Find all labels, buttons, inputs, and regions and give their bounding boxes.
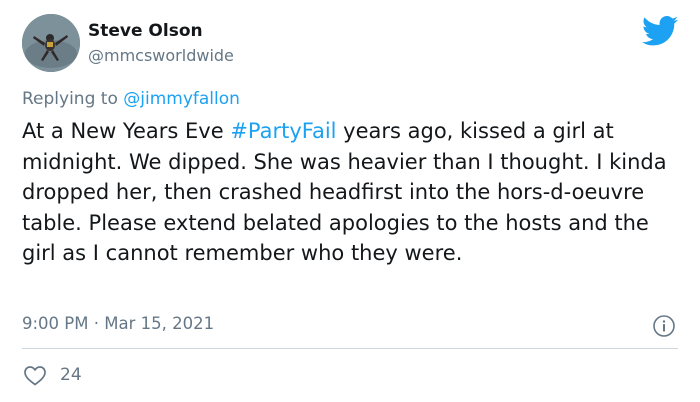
author-name[interactable]: Steve Olson bbox=[88, 20, 203, 42]
info-icon[interactable] bbox=[652, 314, 676, 338]
divider bbox=[22, 348, 678, 349]
replying-to: Replying to @jimmyfallon bbox=[22, 88, 240, 110]
skydiver-avatar-image bbox=[22, 14, 80, 72]
author-handle[interactable]: @mmcsworldwide bbox=[88, 46, 234, 66]
tweet-timestamp[interactable]: 9:00 PM · Mar 15, 2021 bbox=[22, 313, 214, 335]
tweet-text-before: At a New Years Eve bbox=[22, 119, 231, 143]
reply-mention-link[interactable]: @jimmyfallon bbox=[123, 89, 240, 109]
avatar[interactable] bbox=[22, 14, 80, 72]
tweet-time: 9:00 PM bbox=[22, 314, 89, 333]
like-count: 24 bbox=[60, 365, 82, 385]
replying-prefix: Replying to bbox=[22, 89, 118, 109]
hashtag-link[interactable]: #PartyFail bbox=[230, 119, 336, 143]
timestamp-separator: · bbox=[88, 314, 105, 333]
tweet-date: Mar 15, 2021 bbox=[104, 314, 215, 333]
heart-icon[interactable] bbox=[23, 364, 47, 386]
tweet-text: At a New Years Eve #PartyFail years ago,… bbox=[22, 116, 687, 269]
twitter-bird-icon[interactable] bbox=[642, 16, 678, 46]
